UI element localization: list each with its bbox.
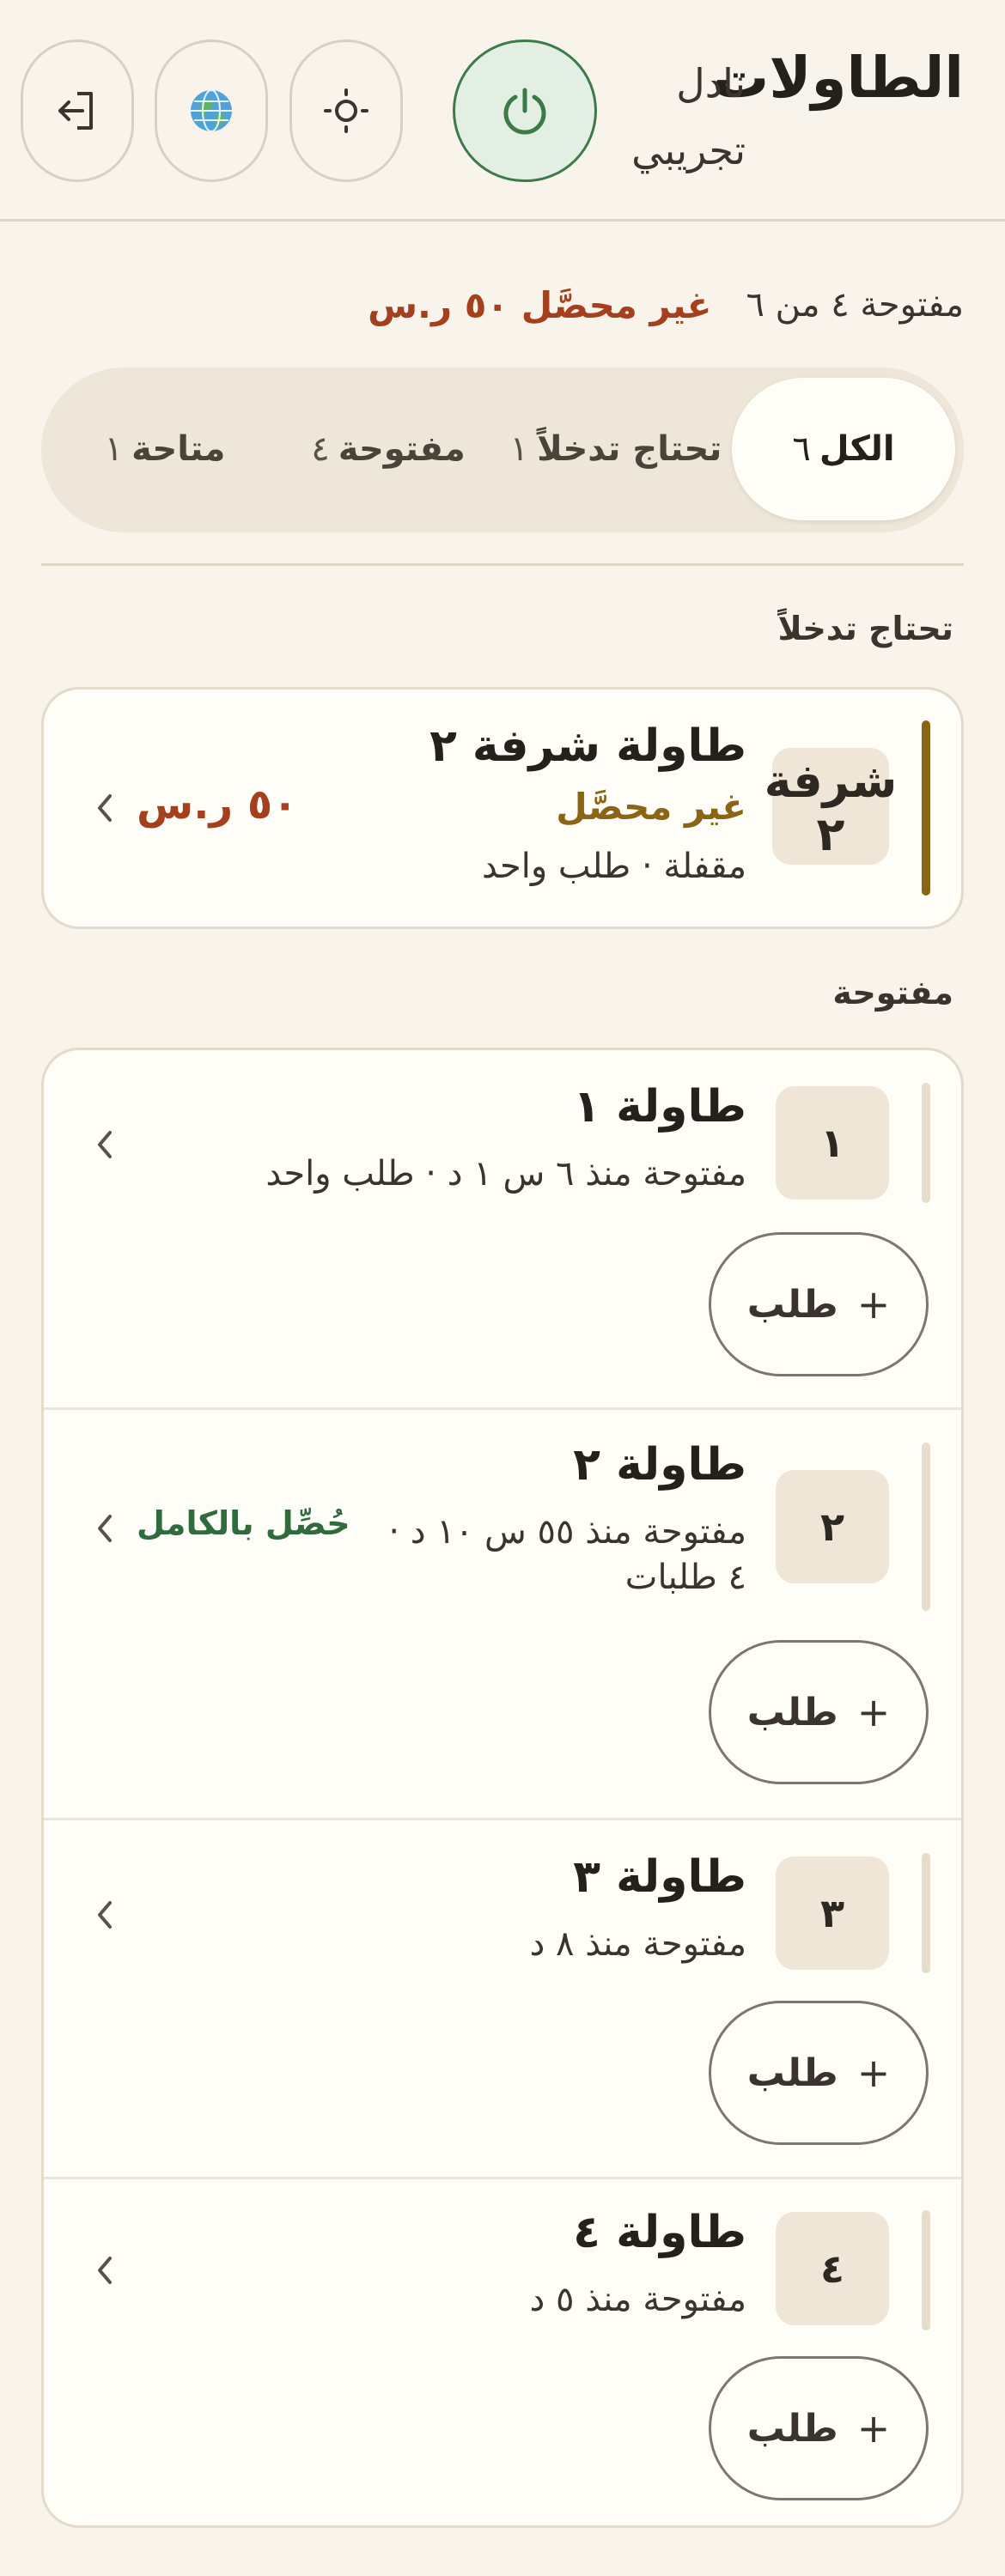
plus-icon: +: [856, 1689, 891, 1735]
tab-count: ١: [509, 429, 529, 469]
table-meta: مفتوحة منذ ٨ د: [529, 1924, 746, 1964]
app-header: الطاولات نادل تجريبي: [0, 0, 1005, 222]
logout-button[interactable]: [21, 39, 134, 182]
venue-subtitle: تجريبي: [631, 127, 746, 173]
new-order-button[interactable]: + طلب: [709, 1640, 929, 1784]
tab-label: مفتوحة: [338, 429, 466, 469]
table-name: طاولة ٢: [573, 1439, 746, 1491]
table-meta-line: مفتوحة منذ ٥٥ س ١٠ د ·: [388, 1512, 746, 1552]
amount-due: ٥٠ ر.س: [137, 781, 298, 829]
table-meta: مفتوحة منذ ٥٥ س ١٠ د · ٤ طلبات: [388, 1510, 746, 1601]
tab-all[interactable]: الكل ٦: [732, 378, 955, 520]
table-name: طاولة شرفة ٢: [429, 720, 746, 772]
unpaid-total: غير محصَّل ٥٠ ر.س: [368, 283, 712, 326]
order-button-label: طلب: [746, 2050, 838, 2095]
section-title-needs-attention: تحتاج تدخلاً: [777, 610, 953, 647]
collect-full-link[interactable]: حُصِّل بالكامل: [137, 1504, 350, 1542]
table-name: طاولة ٣: [573, 1851, 746, 1903]
plus-icon: +: [856, 2405, 891, 2451]
table-name: طاولة ٤: [573, 2207, 746, 2258]
payment-status: غير محصَّل: [556, 786, 746, 828]
table-meta: مفتوحة منذ ٥ د: [529, 2280, 746, 2319]
section-title-open: مفتوحة: [832, 974, 953, 1012]
table-meta: مفتوحة منذ ٦ س ١ د · طلب واحد: [265, 1154, 746, 1194]
table-meta-line: ٤ طلبات: [624, 1557, 746, 1597]
filter-tabs: الكل ٦ تحتاج تدخلاً ١ مفتوحة ٤ متاحة ١: [41, 368, 964, 532]
chevron-left-icon: [88, 1898, 119, 1932]
new-order-button[interactable]: + طلب: [709, 2001, 929, 2145]
status-accent-bar: [922, 1853, 930, 1973]
power-icon: [503, 88, 546, 135]
tab-count: ١: [104, 429, 124, 469]
venue-name: نادل: [676, 60, 746, 106]
page-title: الطاولات: [712, 45, 964, 111]
table-row[interactable]: شرفة ٢ طاولة شرفة ٢ غير محصَّل مقفلة · ط…: [44, 690, 961, 927]
chevron-left-icon: [88, 1511, 119, 1546]
table-meta: مقفلة · طلب واحد: [482, 847, 746, 886]
table-row[interactable]: ١ طاولة ١ مفتوحة منذ ٦ س ١ د · طلب واحد …: [44, 1050, 961, 1409]
logout-icon: [58, 92, 93, 130]
status-accent-bar: [922, 2210, 930, 2330]
status-accent-bar: [922, 1443, 930, 1611]
settings-sun-icon: [324, 88, 368, 133]
tab-open[interactable]: مفتوحة ٤: [277, 378, 500, 520]
tab-needs-attention[interactable]: تحتاج تدخلاً ١: [504, 378, 728, 520]
table-name: طاولة ١: [573, 1081, 746, 1133]
tab-label: الكل: [819, 429, 895, 469]
plus-icon: +: [856, 1281, 891, 1327]
chevron-left-icon: [88, 791, 119, 825]
new-order-button[interactable]: + طلب: [709, 1232, 929, 1376]
tab-label: متاحة: [131, 429, 226, 469]
needs-attention-card: شرفة ٢ طاولة شرفة ٢ غير محصَّل مقفلة · ط…: [41, 687, 964, 929]
table-row[interactable]: ٣ طاولة ٣ مفتوحة منذ ٨ د + طلب: [44, 1820, 961, 2176]
open-tables-count: مفتوحة ٤ من ٦: [746, 285, 964, 325]
table-badge: ٤: [776, 2212, 889, 2325]
order-button-label: طلب: [746, 2406, 838, 2451]
chevron-left-icon: [88, 2253, 119, 2287]
table-badge: شرفة ٢: [764, 748, 897, 865]
table-badge: ٣: [776, 1856, 889, 1970]
divider: [41, 563, 964, 566]
table-badge: ١: [776, 1086, 889, 1200]
summary-bar: مفتوحة ٤ من ٦ غير محصَّل ٥٠ ر.س: [368, 275, 964, 335]
status-accent-bar: [922, 1083, 930, 1203]
chevron-left-icon: [88, 1127, 119, 1162]
table-row[interactable]: ٤ طاولة ٤ مفتوحة منذ ٥ د + طلب: [44, 2179, 961, 2525]
order-button-label: طلب: [746, 1690, 838, 1735]
new-order-button[interactable]: + طلب: [709, 2356, 929, 2500]
tab-count: ٦: [792, 429, 811, 469]
order-button-label: طلب: [746, 1282, 838, 1327]
tab-available[interactable]: متاحة ١: [53, 378, 277, 520]
plus-icon: +: [856, 2050, 891, 2096]
status-accent-bar: [922, 720, 930, 896]
table-badge: ٢: [776, 1470, 889, 1583]
power-button[interactable]: [453, 39, 597, 182]
globe-icon: [191, 89, 232, 132]
open-tables-card: ١ طاولة ١ مفتوحة منذ ٦ س ١ د · طلب واحد …: [41, 1048, 964, 2528]
table-row[interactable]: ٢ طاولة ٢ مفتوحة منذ ٥٥ س ١٠ د · ٤ طلبات…: [44, 1410, 961, 1817]
tab-count: ٤: [311, 429, 330, 469]
language-button[interactable]: [155, 39, 268, 182]
tab-label: تحتاج تدخلاً: [537, 429, 722, 469]
settings-button[interactable]: [289, 39, 403, 182]
